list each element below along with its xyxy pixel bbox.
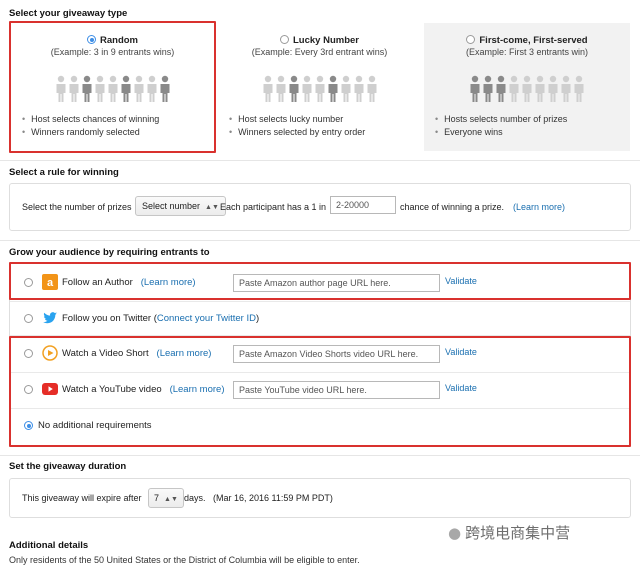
section-title-rule: Select a rule for winning xyxy=(9,167,119,178)
person-icon xyxy=(574,75,584,102)
row-follow-twitter[interactable]: Follow you on Twitter (Connect your Twit… xyxy=(10,301,630,337)
duration-suffix: days. xyxy=(184,493,206,503)
details-text: Only residents of the 50 United States o… xyxy=(9,555,360,565)
person-icon xyxy=(289,75,298,102)
bullet: Host selects lucky number xyxy=(229,113,365,126)
divider xyxy=(0,160,640,161)
person-icon xyxy=(315,75,324,102)
person-icon xyxy=(535,75,545,102)
person-icon xyxy=(302,75,311,102)
person-icon xyxy=(354,75,363,102)
section-title-type: Select your giveaway type xyxy=(9,8,128,19)
type-bullets: Host selects lucky number Winners select… xyxy=(229,113,365,139)
chance-suffix: chance of winning a prize. xyxy=(400,202,505,212)
person-icon xyxy=(328,75,337,102)
people-illustration xyxy=(218,75,421,103)
type-option-lucky-number[interactable]: Lucky Number (Example: Every 3rd entrant… xyxy=(218,23,421,151)
prizes-label: Select the number of prizes xyxy=(22,202,132,212)
rule-learn-more-link[interactable]: (Learn more) xyxy=(513,202,565,212)
bullet: Hosts selects number of prizes xyxy=(435,113,567,126)
type-bullets: Hosts selects number of prizes Everyone … xyxy=(435,113,567,139)
section-title-grow: Grow your audience by requiring entrants… xyxy=(9,247,210,258)
section-title-duration: Set the giveaway duration xyxy=(9,461,127,472)
prizes-select[interactable]: Select number ▲▼ xyxy=(135,196,226,216)
highlight-box-author xyxy=(9,262,631,300)
duration-days-select[interactable]: 7 ▲▼ xyxy=(148,488,184,508)
highlight-box-video xyxy=(9,336,631,447)
twitter-bird-icon xyxy=(43,312,57,324)
radio-lucky-number[interactable] xyxy=(280,35,289,44)
bullet: Everyone wins xyxy=(435,126,567,139)
person-icon xyxy=(509,75,519,102)
connect-twitter-link[interactable]: Connect your Twitter ID xyxy=(157,313,256,324)
person-icon xyxy=(522,75,532,102)
bullet: Winners selected by entry order xyxy=(229,126,365,139)
twitter-label: Follow you on Twitter ( xyxy=(62,313,157,324)
wechat-icon: ● xyxy=(448,524,462,542)
rule-panel: Select the number of prizes Select numbe… xyxy=(9,183,631,231)
divider xyxy=(0,240,640,241)
updown-icon: ▲▼ xyxy=(205,204,219,211)
person-icon xyxy=(483,75,493,102)
expiry-date: (Mar 16, 2016 11:59 PM PDT) xyxy=(213,493,333,503)
divider xyxy=(0,455,640,456)
type-option-first-come[interactable]: First-come, First-served (Example: First… xyxy=(424,23,630,151)
section-title-details: Additional details xyxy=(9,540,89,551)
duration-panel: This giveaway will expire after 7 ▲▼ days… xyxy=(9,478,631,518)
watermark: ● 跨境电商集中营 xyxy=(448,524,571,542)
person-icon xyxy=(367,75,376,102)
chance-input[interactable]: 2-20000 xyxy=(330,196,396,214)
type-name: Lucky Number xyxy=(293,35,359,46)
person-icon xyxy=(470,75,480,102)
person-icon xyxy=(496,75,506,102)
type-example: (Example: First 3 entrants win) xyxy=(465,47,589,57)
person-icon xyxy=(276,75,285,102)
type-example: (Example: Every 3rd entrant wins) xyxy=(251,47,388,57)
chance-label: Each participant has a 1 in xyxy=(220,202,327,212)
person-icon xyxy=(561,75,571,102)
people-illustration xyxy=(424,75,630,103)
radio-twitter[interactable] xyxy=(24,314,33,323)
highlight-box-random xyxy=(9,21,216,153)
person-icon xyxy=(263,75,272,102)
updown-icon: ▲▼ xyxy=(164,496,178,503)
person-icon xyxy=(548,75,558,102)
radio-first-come[interactable] xyxy=(466,35,476,44)
type-name: First-come, First-served xyxy=(479,35,588,46)
duration-prefix: This giveaway will expire after xyxy=(22,493,142,503)
person-icon xyxy=(341,75,350,102)
